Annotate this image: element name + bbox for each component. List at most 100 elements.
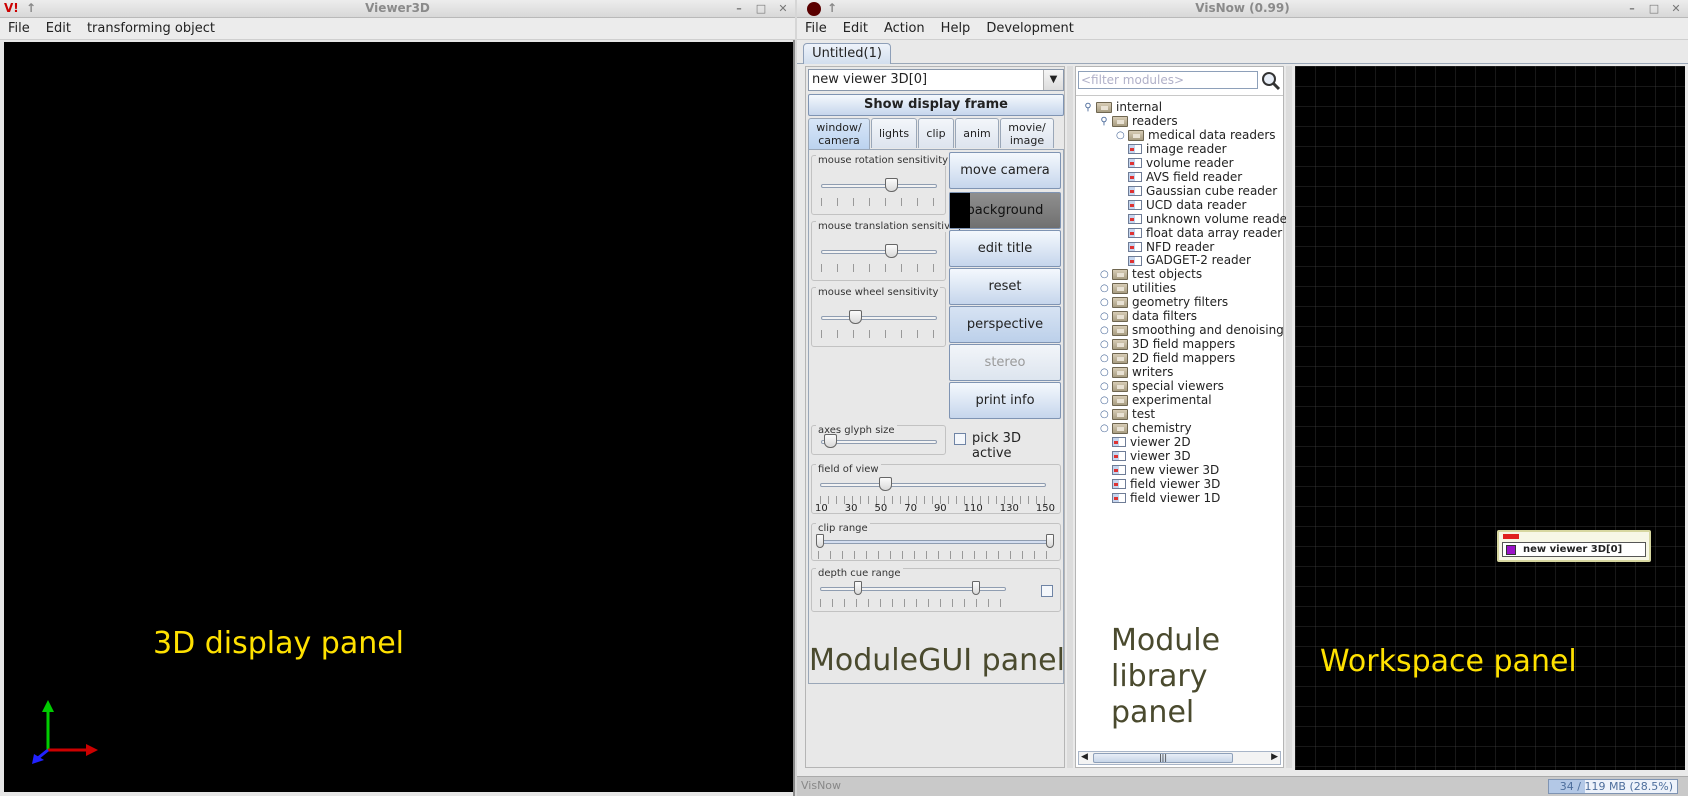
slider-track[interactable]	[821, 316, 937, 320]
expand-toggle-icon[interactable]: ⚲	[1100, 114, 1108, 129]
expand-toggle-icon[interactable]: ○	[1100, 393, 1109, 408]
tree-item-group[interactable]: ○ special viewers	[1100, 379, 1224, 394]
horizontal-scrollbar[interactable]: ◀ ||| ▶	[1078, 751, 1281, 765]
tree-item-reader[interactable]: UCD data reader	[1116, 198, 1246, 213]
maximize-icon[interactable]: □	[1646, 1, 1662, 16]
expand-toggle-icon[interactable]: ○	[1100, 337, 1109, 352]
pin-icon[interactable]: ↑	[26, 0, 36, 17]
pick-3d-checkbox[interactable]	[954, 433, 966, 445]
module-select[interactable]: new viewer 3D[0] ▼	[808, 69, 1064, 91]
tab-clip[interactable]: clip	[918, 118, 954, 148]
tree-item-module[interactable]: field viewer 1D	[1100, 491, 1220, 506]
tree-item-group[interactable]: ○ 2D field mappers	[1100, 351, 1235, 366]
chevron-down-icon[interactable]: ▼	[1043, 70, 1063, 90]
tree-item-reader[interactable]: GADGET-2 reader	[1116, 253, 1251, 268]
clip-range-max-handle[interactable]	[1046, 534, 1054, 548]
input-port[interactable]	[1503, 534, 1519, 539]
tree-item-module[interactable]: viewer 2D	[1100, 435, 1191, 450]
perspective-toggle[interactable]: perspective	[949, 306, 1061, 343]
print-info-button[interactable]: print info	[949, 382, 1061, 419]
expand-toggle-icon[interactable]: ○	[1100, 379, 1109, 394]
menu-development[interactable]: Development	[978, 21, 1082, 36]
menu-file[interactable]: File	[797, 21, 835, 36]
expand-toggle-icon[interactable]: ○	[1116, 128, 1125, 143]
splitter[interactable]	[1067, 66, 1073, 768]
tree-item-internal[interactable]: ⚲ internal	[1084, 100, 1162, 115]
tab-anim[interactable]: anim	[955, 118, 999, 148]
depth-cue-max-handle[interactable]	[972, 581, 980, 595]
expand-toggle-icon[interactable]: ○	[1100, 281, 1109, 296]
close-icon[interactable]: ✕	[775, 1, 791, 16]
workspace-module-node[interactable]: new viewer 3D[0]	[1497, 530, 1651, 562]
clip-range-min-handle[interactable]	[816, 534, 824, 548]
tree-item-group[interactable]: ○ chemistry	[1100, 421, 1192, 436]
tree-item-readers[interactable]: ⚲ readers	[1100, 114, 1177, 129]
pin-icon[interactable]: ↑	[827, 0, 837, 17]
tree-item-reader[interactable]: volume reader	[1116, 156, 1234, 171]
tab-window-camera[interactable]: window/ camera	[808, 118, 870, 149]
scroll-right-icon[interactable]: ▶	[1271, 752, 1278, 762]
filter-modules-input[interactable]: <filter modules>	[1078, 71, 1258, 89]
tree-item-group[interactable]: ○ data filters	[1100, 309, 1197, 324]
expand-toggle-icon[interactable]: ○	[1100, 365, 1109, 380]
expand-toggle-icon[interactable]: ○	[1100, 309, 1109, 324]
minimize-icon[interactable]: –	[731, 1, 747, 16]
expand-toggle-icon[interactable]: ○	[1100, 267, 1109, 282]
expand-toggle-icon[interactable]: ○	[1100, 323, 1109, 338]
splitter[interactable]	[1286, 66, 1292, 768]
tab-lights[interactable]: lights	[871, 118, 917, 148]
field-of-view-slider[interactable]	[878, 477, 892, 491]
scroll-left-icon[interactable]: ◀	[1081, 752, 1088, 762]
tree-item-group[interactable]: ○ writers	[1100, 365, 1173, 380]
menu-action[interactable]: Action	[876, 21, 933, 36]
menu-edit[interactable]: Edit	[38, 21, 79, 36]
tree-item-reader[interactable]: AVS field reader	[1116, 170, 1242, 185]
edit-title-button[interactable]: edit title	[949, 230, 1061, 267]
3d-display-canvas[interactable]: 3D display panel	[4, 42, 793, 792]
menu-file[interactable]: File	[0, 21, 38, 36]
expand-toggle-icon[interactable]: ○	[1100, 421, 1109, 436]
memory-usage-bar[interactable]: 34 / 119 MB (28.5%)	[1548, 779, 1678, 794]
expand-toggle-icon[interactable]: ○	[1100, 295, 1109, 310]
depth-cue-checkbox[interactable]	[1041, 585, 1053, 597]
stereo-toggle[interactable]: stereo	[949, 344, 1061, 381]
tree-item-group[interactable]: ○ 3D field mappers	[1100, 337, 1235, 352]
tree-item-group[interactable]: ○ test objects	[1100, 267, 1202, 282]
mouse-translation-slider[interactable]	[885, 244, 898, 258]
move-camera-button[interactable]: move camera	[949, 152, 1061, 189]
tree-item-module[interactable]: field viewer 3D	[1100, 477, 1220, 492]
slider-track[interactable]	[820, 483, 1046, 487]
tree-item-group[interactable]: ○ smoothing and denoising	[1100, 323, 1284, 338]
slider-track[interactable]	[821, 440, 937, 444]
mouse-rotation-slider[interactable]	[885, 178, 898, 192]
reset-button[interactable]: reset	[949, 268, 1061, 305]
show-display-frame-button[interactable]: Show display frame	[808, 94, 1064, 116]
expand-toggle-icon[interactable]: ○	[1100, 351, 1109, 366]
tree-item-reader[interactable]: image reader	[1116, 142, 1227, 157]
expand-toggle-icon[interactable]: ⚲	[1084, 100, 1092, 115]
tree-item-group[interactable]: ○ geometry filters	[1100, 295, 1228, 310]
slider-track[interactable]	[821, 250, 937, 254]
tab-movie-image[interactable]: movie/ image	[1000, 118, 1054, 148]
slider-track[interactable]	[821, 184, 937, 188]
depth-cue-min-handle[interactable]	[854, 581, 862, 595]
tree-item-reader[interactable]: unknown volume reader	[1116, 212, 1292, 227]
tree-item-reader[interactable]: NFD reader	[1116, 240, 1214, 255]
maximize-icon[interactable]: □	[753, 1, 769, 16]
tab-untitled[interactable]: Untitled(1)	[803, 43, 891, 64]
menu-edit[interactable]: Edit	[835, 21, 876, 36]
background-button[interactable]: background	[949, 192, 1061, 229]
tree-item-group[interactable]: ○ test	[1100, 407, 1155, 422]
axes-glyph-size-slider[interactable]	[824, 434, 837, 448]
workspace-canvas[interactable]: new viewer 3D[0] Workspace panel	[1295, 66, 1685, 770]
tree-item-reader[interactable]: ○ medical data readers	[1116, 128, 1276, 143]
scrollbar-thumb[interactable]: |||	[1093, 753, 1233, 763]
tree-item-reader[interactable]: float data array reader	[1116, 226, 1282, 241]
close-icon[interactable]: ✕	[1668, 1, 1684, 16]
tree-item-reader[interactable]: Gaussian cube reader	[1116, 184, 1277, 199]
minimize-icon[interactable]: –	[1624, 1, 1640, 16]
search-icon[interactable]	[1261, 71, 1281, 91]
menu-transforming-object[interactable]: transforming object	[79, 21, 223, 36]
tree-item-group[interactable]: ○ experimental	[1100, 393, 1212, 408]
expand-toggle-icon[interactable]: ○	[1100, 407, 1109, 422]
